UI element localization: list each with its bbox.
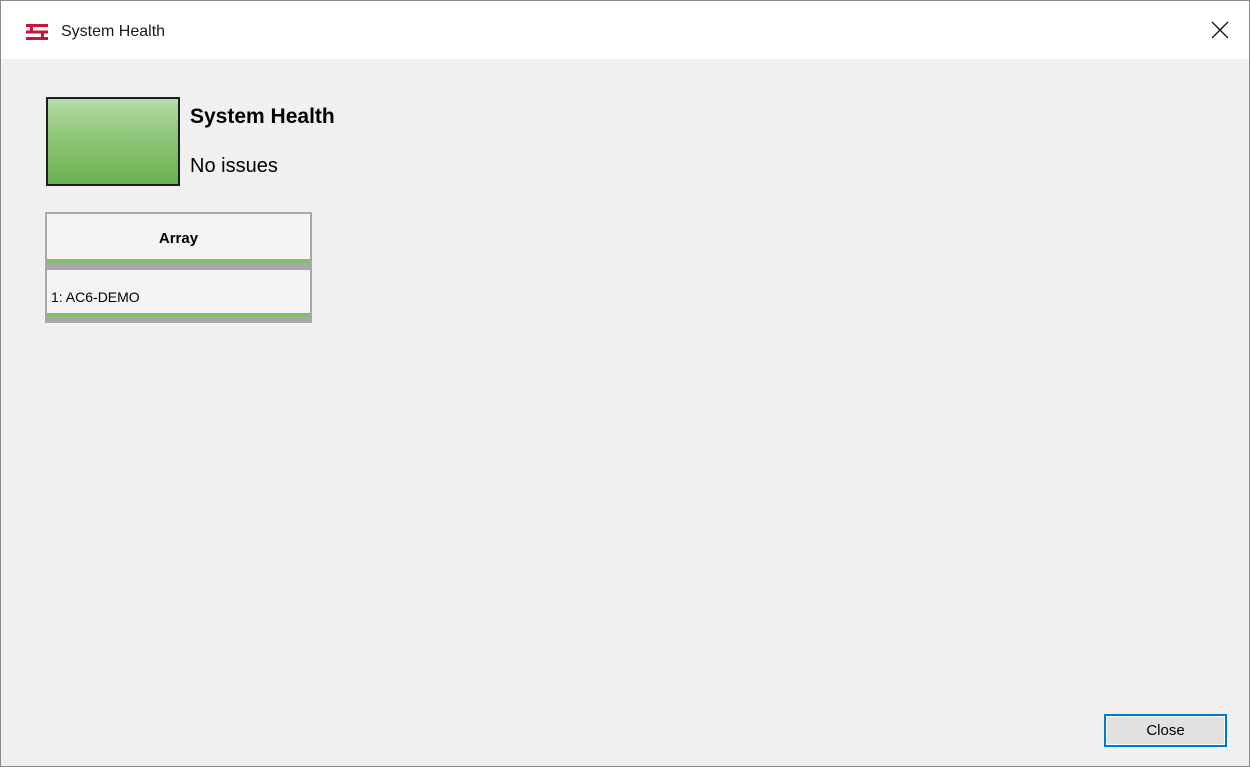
close-x-icon [1211, 21, 1229, 39]
array-table-header: Array [47, 214, 310, 259]
header-divider [47, 263, 310, 270]
health-title: System Health [190, 105, 335, 128]
window-close-button[interactable] [1191, 1, 1249, 59]
title-bar: System Health [1, 1, 1249, 59]
array-row-label: 1: AC6-DEMO [51, 289, 140, 305]
array-header-label: Array [158, 230, 199, 247]
health-status-indicator [46, 97, 180, 186]
table-bottom-border [47, 317, 310, 321]
stacked-bars-app-icon [26, 24, 48, 40]
health-status-text: No issues [190, 155, 278, 177]
close-button[interactable]: Close [1104, 714, 1227, 747]
system-health-dialog: System Health System Health No issues Ar… [0, 0, 1250, 767]
array-table: Array 1: AC6-DEMO [45, 212, 312, 323]
window-title: System Health [61, 23, 166, 40]
array-row-ac6-demo[interactable]: 1: AC6-DEMO [47, 270, 310, 313]
